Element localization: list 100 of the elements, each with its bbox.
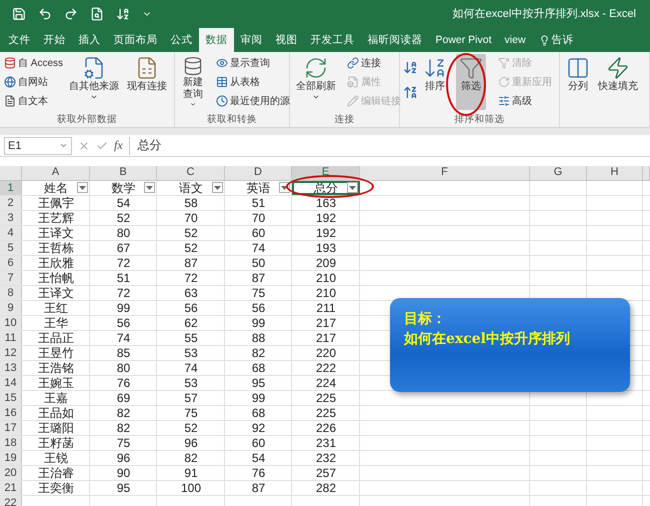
row-header[interactable]: 7 <box>0 271 22 285</box>
row-header[interactable]: 16 <box>0 406 22 420</box>
table-cell-text: 95 <box>116 481 132 495</box>
ribbon-tab[interactable]: 开发工具 <box>304 28 361 52</box>
columns-icon <box>566 56 590 80</box>
print-preview-icon[interactable] <box>90 6 104 20</box>
table-cell-text: 99 <box>116 301 132 315</box>
ribbon-tab[interactable]: 文件 <box>2 28 37 52</box>
row-header[interactable]: 22 <box>0 496 22 506</box>
ribbon-small-button[interactable]: 最近使用的源 <box>215 92 291 110</box>
row-header[interactable]: 2 <box>0 196 22 210</box>
filter-dropdown-button[interactable] <box>347 182 358 193</box>
row-header[interactable]: 6 <box>0 256 22 270</box>
row-header[interactable]: 21 <box>0 481 22 495</box>
caret-icon <box>90 93 98 101</box>
row-header[interactable]: 5 <box>0 241 22 255</box>
row-header[interactable]: 19 <box>0 451 22 465</box>
table-cell-text: 68 <box>250 406 266 420</box>
ribbon-tab[interactable]: view <box>498 28 532 52</box>
row-header[interactable]: 4 <box>0 226 22 240</box>
table-cell-text: 80 <box>116 361 132 375</box>
ribbon-small-button[interactable]: 连接 <box>346 54 402 72</box>
row-header[interactable]: 12 <box>0 346 22 360</box>
window-title: 如何在excel中按升序排列.xlsx - Excel <box>452 6 636 21</box>
table-cell-text: 王品如 <box>37 406 75 420</box>
row-header[interactable]: 20 <box>0 466 22 480</box>
document-icon <box>4 95 16 107</box>
filter-dropdown-button[interactable] <box>77 182 88 193</box>
sort-icon[interactable] <box>116 6 130 20</box>
filter-dropdown-button[interactable] <box>279 182 290 193</box>
row-header[interactable]: 13 <box>0 361 22 375</box>
ribbon-small-button[interactable]: 显示查询 <box>215 54 291 72</box>
ribbon-button[interactable]: 现有连接 <box>124 54 170 110</box>
table-cell-text: 51 <box>250 196 266 210</box>
lightbulb-icon <box>538 34 550 46</box>
ribbon-button[interactable]: 全部刷新 <box>293 54 339 110</box>
sort-ascending-icon[interactable] <box>403 60 418 75</box>
ribbon-small-button[interactable]: 从表格 <box>215 73 291 91</box>
sort-descending-icon[interactable] <box>403 85 418 100</box>
column-header[interactable]: E <box>292 166 360 180</box>
filter-dropdown-button[interactable] <box>212 182 223 193</box>
redo-icon[interactable] <box>64 6 78 20</box>
ribbon-tab[interactable]: 福昕阅读器 <box>361 28 429 52</box>
row-header[interactable]: 10 <box>0 316 22 330</box>
ribbon-small-button[interactable]: 自网站 <box>3 73 64 91</box>
table-cell-text: 88 <box>250 331 266 345</box>
table-cell-text: 王红 <box>43 301 69 315</box>
column-header[interactable]: G <box>530 166 587 180</box>
table-cell-text: 222 <box>314 361 338 375</box>
ribbon-tab[interactable]: 页面布局 <box>107 28 164 52</box>
table-cell-text: 王浩铭 <box>37 361 75 375</box>
row-header[interactable]: 17 <box>0 421 22 435</box>
ribbon-tab[interactable]: 公式 <box>164 28 199 52</box>
table-cell-text: 75 <box>250 286 266 300</box>
ribbon-button[interactable]: 快速填充 <box>595 54 641 110</box>
ribbon-small-button[interactable]: 高级 <box>497 92 553 110</box>
row-header[interactable]: 14 <box>0 376 22 390</box>
ribbon-small-button[interactable]: 自文本 <box>3 92 64 110</box>
row-header[interactable]: 1 <box>0 181 22 195</box>
name-box[interactable]: E1 <box>4 136 72 154</box>
ribbon-tab[interactable]: Power Pivot <box>429 28 498 52</box>
table-cell-text: 99 <box>250 316 266 330</box>
filter-icon <box>459 56 483 80</box>
box-icon <box>347 76 359 88</box>
column-header[interactable]: F <box>360 166 530 180</box>
lightning-icon <box>606 56 630 80</box>
filter-dropdown-button[interactable] <box>144 182 155 193</box>
formula-field[interactable]: 总分 <box>128 136 646 154</box>
insert-function-button[interactable]: fx <box>114 138 123 153</box>
ribbon-tab[interactable]: 审阅 <box>234 28 269 52</box>
callout-text: 如何在excel中按升序排列 <box>404 330 570 348</box>
ribbon-button[interactable]: 新建 查询 <box>178 54 208 110</box>
ribbon-button[interactable]: 分列 <box>563 54 593 110</box>
ribbon-tab[interactable]: 数据 <box>199 28 234 52</box>
row-header[interactable]: 15 <box>0 391 22 405</box>
row-header[interactable]: 18 <box>0 436 22 450</box>
ribbon-small-button[interactable]: 自 Access <box>3 54 64 72</box>
ribbon-tab[interactable]: 插入 <box>72 28 107 52</box>
row-header[interactable]: 11 <box>0 331 22 345</box>
column-header[interactable]: C <box>157 166 225 180</box>
table-cell-text: 王婉玉 <box>37 376 75 390</box>
ribbon-tab[interactable]: 视图 <box>269 28 304 52</box>
table-cell-text: 192 <box>314 226 338 240</box>
row-header[interactable]: 8 <box>0 286 22 300</box>
ribbon-button[interactable]: 自其他来源 <box>66 54 122 110</box>
column-header[interactable]: A <box>22 166 90 180</box>
undo-icon[interactable] <box>38 6 52 20</box>
table-cell-text: 53 <box>183 376 199 390</box>
ribbon-button[interactable]: 筛选 <box>456 54 486 110</box>
globe-icon <box>4 76 16 88</box>
row-header[interactable]: 9 <box>0 301 22 315</box>
row-header[interactable]: 3 <box>0 211 22 225</box>
column-header[interactable]: B <box>90 166 157 180</box>
save-icon[interactable] <box>12 6 26 20</box>
table-cell-text: 王怡帆 <box>37 271 75 285</box>
table-cell-text: 53 <box>183 346 199 360</box>
ribbon-button[interactable]: 排序 <box>420 54 450 110</box>
table-cell-text: 217 <box>314 331 338 345</box>
ribbon-tab[interactable]: 开始 <box>37 28 72 52</box>
ribbon-tab[interactable]: 告诉 <box>532 28 580 52</box>
